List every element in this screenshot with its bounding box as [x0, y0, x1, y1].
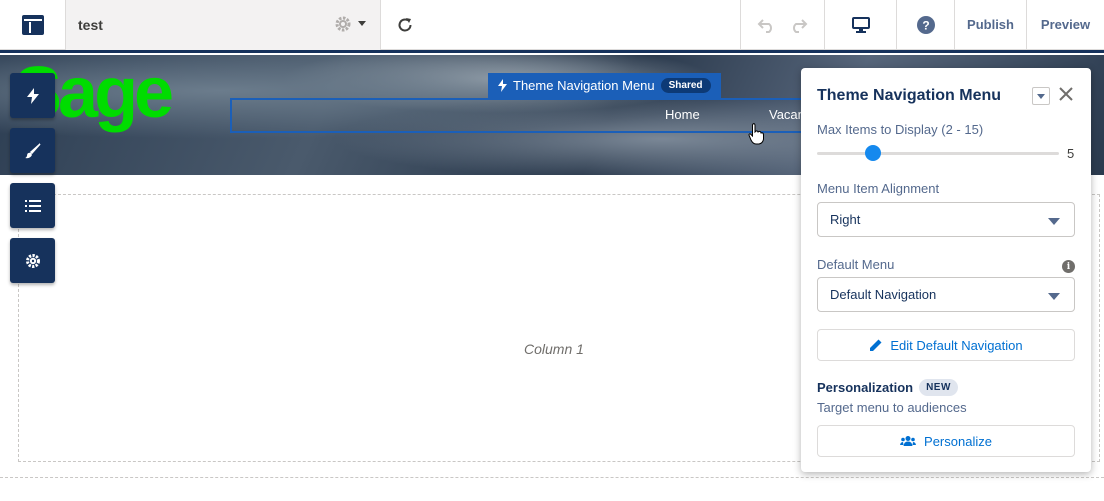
column-label: Column 1	[524, 341, 584, 357]
components-tool-button[interactable]	[10, 73, 55, 118]
alignment-value: Right	[830, 212, 861, 227]
help-icon: ?	[916, 15, 935, 34]
shared-badge: Shared	[660, 78, 711, 93]
gear-icon	[335, 16, 351, 31]
layout-icon[interactable]	[0, 0, 66, 50]
brush-icon	[24, 142, 41, 158]
edit-default-navigation-label: Edit Default Navigation	[890, 337, 1023, 353]
edit-default-navigation-button[interactable]: Edit Default Navigation	[817, 329, 1075, 361]
settings-tool-button[interactable]	[10, 238, 55, 283]
preview-button[interactable]: Preview	[1026, 0, 1104, 50]
site-settings-menu[interactable]	[334, 15, 366, 33]
theme-tool-button[interactable]	[10, 128, 55, 173]
max-items-value: 5	[1067, 146, 1075, 161]
nav-component-selection[interactable]	[230, 98, 830, 133]
alignment-select[interactable]: Right	[817, 202, 1075, 237]
section-divider	[0, 477, 1104, 478]
personalization-heading: Personalization NEW	[817, 379, 958, 396]
gear-icon	[25, 253, 40, 268]
chevron-down-icon	[1048, 293, 1060, 300]
chevron-down-icon	[1048, 218, 1060, 225]
hand-cursor-icon	[748, 123, 764, 145]
list-icon	[24, 199, 41, 212]
panel-title: Theme Navigation Menu	[817, 87, 1002, 104]
nav-item-vacations[interactable]: Vacan	[769, 107, 805, 122]
lightning-icon	[498, 79, 507, 92]
component-property-panel: Theme Navigation Menu Max Items to Displ…	[801, 68, 1091, 472]
undo-icon[interactable]	[757, 17, 777, 33]
publish-button[interactable]: Publish	[954, 0, 1026, 50]
top-toolbar: test ? Publish Preview	[0, 0, 1104, 53]
site-selector[interactable]: test	[66, 0, 381, 50]
personalization-label: Personalization	[817, 380, 914, 395]
nav-component-tag[interactable]: Theme Navigation Menu Shared	[488, 73, 721, 98]
desktop-icon	[851, 16, 870, 33]
redo-icon[interactable]	[788, 17, 808, 33]
site-name: test	[78, 16, 103, 33]
left-tool-rail	[10, 73, 55, 283]
max-items-slider[interactable]	[817, 145, 1059, 161]
personalization-description: Target menu to audiences	[817, 400, 967, 415]
alignment-label: Menu Item Alignment	[817, 181, 940, 196]
default-menu-value: Default Navigation	[830, 287, 937, 302]
help-button[interactable]: ?	[896, 0, 954, 50]
nav-item-home[interactable]: Home	[665, 107, 700, 122]
info-icon[interactable]: i	[1062, 260, 1075, 273]
refresh-button[interactable]	[381, 0, 429, 50]
default-menu-select[interactable]: Default Navigation	[817, 277, 1075, 312]
audience-icon	[900, 436, 917, 446]
chevron-down-icon	[1037, 93, 1045, 99]
new-badge: NEW	[919, 379, 958, 396]
slider-handle[interactable]	[864, 145, 881, 161]
svg-text:?: ?	[922, 18, 929, 32]
close-icon[interactable]	[1058, 86, 1074, 102]
personalize-label: Personalize	[924, 433, 992, 449]
personalize-button[interactable]: Personalize	[817, 425, 1075, 457]
undo-redo-group	[740, 0, 824, 50]
lightning-icon	[26, 87, 39, 104]
max-items-label: Max Items to Display (2 - 15)	[817, 122, 984, 137]
pencil-icon	[870, 339, 882, 351]
device-preview-button[interactable]	[824, 0, 896, 50]
panel-menu-button[interactable]	[1032, 87, 1050, 105]
nav-component-tag-label: Theme Navigation Menu	[513, 78, 655, 93]
chevron-down-icon	[358, 21, 366, 26]
page-structure-tool-button[interactable]	[10, 183, 55, 228]
default-menu-label: Default Menu	[817, 257, 895, 272]
refresh-icon	[398, 17, 412, 31]
